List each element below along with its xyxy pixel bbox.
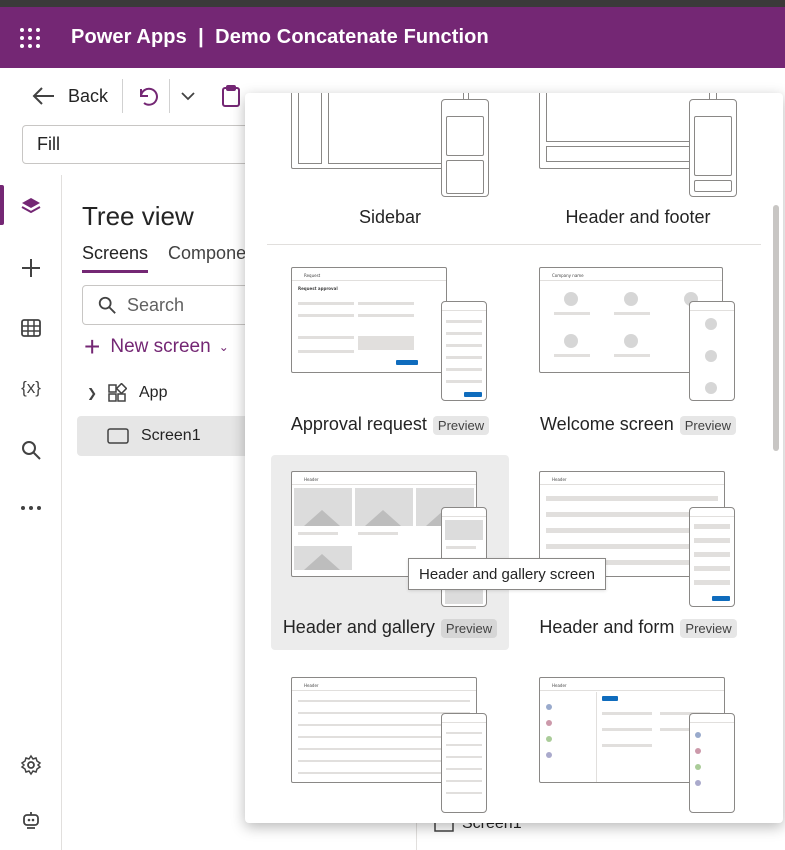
template-label: Welcome screen Preview	[519, 414, 757, 435]
template-tooltip: Header and gallery screen	[408, 558, 606, 590]
arrow-left-icon	[32, 87, 54, 105]
thumb-header-text: Request	[304, 273, 321, 278]
chevron-down-icon: ⌄	[218, 340, 229, 354]
template-header-gallery[interactable]: Header Header and gallery Preview	[271, 455, 509, 650]
phone-thumbnail	[441, 507, 487, 607]
template-header-form[interactable]: Header Header and form Preview	[519, 455, 757, 650]
thumb-header-text: Company name	[552, 273, 584, 278]
plus-icon: +	[84, 331, 101, 362]
tree-item-label: App	[139, 384, 168, 401]
back-label: Back	[68, 85, 109, 106]
preview-badge: Preview	[432, 415, 490, 435]
template-label: Header and gallery Preview	[271, 617, 509, 638]
preview-badge: Preview	[440, 618, 498, 638]
layers-icon	[21, 198, 41, 214]
more-button[interactable]	[18, 495, 44, 521]
template-label: Sidebar	[358, 207, 422, 227]
more-icon	[21, 506, 41, 510]
search-icon	[98, 296, 116, 314]
template-approval-request[interactable]: Request Request approval Approval reques…	[271, 253, 509, 447]
left-rail: {x}	[0, 175, 62, 850]
preview-badge: Preview	[679, 415, 736, 435]
active-indicator	[0, 185, 4, 225]
back-button[interactable]: Back	[32, 86, 108, 107]
table-icon	[21, 319, 41, 337]
template-label: Header and footer	[565, 207, 711, 227]
thumb-header-text: Header	[552, 683, 567, 688]
plus-icon	[22, 259, 40, 277]
app-title: Power Apps | Demo Concatenate Function	[71, 26, 489, 48]
tree-view-title: Tree view	[82, 201, 194, 231]
window-top-strip	[0, 0, 785, 7]
copilot-button[interactable]	[18, 807, 44, 833]
new-screen-flyout: Sidebar Header and footer Request Reques…	[245, 93, 783, 823]
phone-thumbnail	[689, 301, 735, 401]
chevron-down-icon	[181, 92, 195, 101]
undo-dropdown-button[interactable]	[180, 88, 196, 104]
bot-icon	[23, 812, 39, 829]
section-divider	[267, 244, 761, 245]
search-icon	[22, 441, 41, 460]
desktop-thumbnail: Request Request approval	[291, 267, 447, 373]
phone-thumbnail	[689, 99, 737, 197]
preview-badge: Preview	[680, 618, 737, 638]
separator	[169, 79, 171, 113]
phone-thumbnail	[689, 713, 735, 813]
template-label: Header and form Preview	[519, 617, 757, 638]
thumb-header-text: Header	[552, 477, 567, 482]
phone-thumbnail	[689, 507, 735, 607]
undo-icon	[140, 87, 158, 106]
variable-icon: {x}	[21, 378, 41, 397]
data-button[interactable]	[18, 315, 44, 341]
tree-item-label: Screen1	[141, 427, 201, 444]
chevron-right-icon: ❯	[87, 386, 98, 400]
template-list[interactable]: Header	[271, 663, 509, 823]
paste-button[interactable]	[220, 84, 242, 108]
thumb-header-text: Header	[304, 477, 319, 482]
property-value: Fill	[37, 134, 60, 154]
settings-button[interactable]	[18, 752, 44, 778]
screen-icon	[107, 427, 129, 445]
waffle-icon	[20, 27, 40, 48]
clipboard-icon	[222, 85, 241, 107]
template-header-footer[interactable]: Header and footer	[519, 93, 757, 233]
phone-thumbnail	[441, 301, 487, 401]
search-placeholder: Search	[127, 294, 185, 315]
thumb-title-text: Request approval	[298, 286, 338, 291]
template-sidebar[interactable]: Sidebar	[271, 93, 509, 233]
variables-button[interactable]: {x}	[18, 375, 44, 401]
template-split-screen[interactable]: Header	[519, 663, 757, 823]
tree-view-button[interactable]	[18, 193, 44, 219]
app-launcher-button[interactable]	[0, 7, 60, 68]
tab-screens[interactable]: Screens	[82, 243, 149, 273]
flyout-scrollbar[interactable]	[773, 205, 779, 451]
template-welcome-screen[interactable]: Company name Welcome screen Preview	[519, 253, 757, 447]
undo-button[interactable]	[137, 85, 159, 107]
template-label: Approval request Preview	[271, 414, 509, 435]
gear-icon	[20, 754, 42, 776]
phone-thumbnail	[441, 99, 489, 197]
app-icon	[107, 383, 127, 403]
phone-thumbnail	[441, 713, 487, 813]
property-dropdown[interactable]: Fill	[22, 125, 282, 164]
thumb-header-text: Header	[304, 683, 319, 688]
app-header: Power Apps | Demo Concatenate Function	[0, 7, 785, 68]
search-rail-button[interactable]	[18, 437, 44, 463]
separator	[122, 79, 124, 113]
insert-button[interactable]	[18, 255, 44, 281]
tab-components[interactable]: Componen	[168, 243, 256, 273]
new-screen-label: New screen	[110, 336, 211, 357]
new-screen-button[interactable]: + New screen ⌄	[84, 333, 229, 361]
